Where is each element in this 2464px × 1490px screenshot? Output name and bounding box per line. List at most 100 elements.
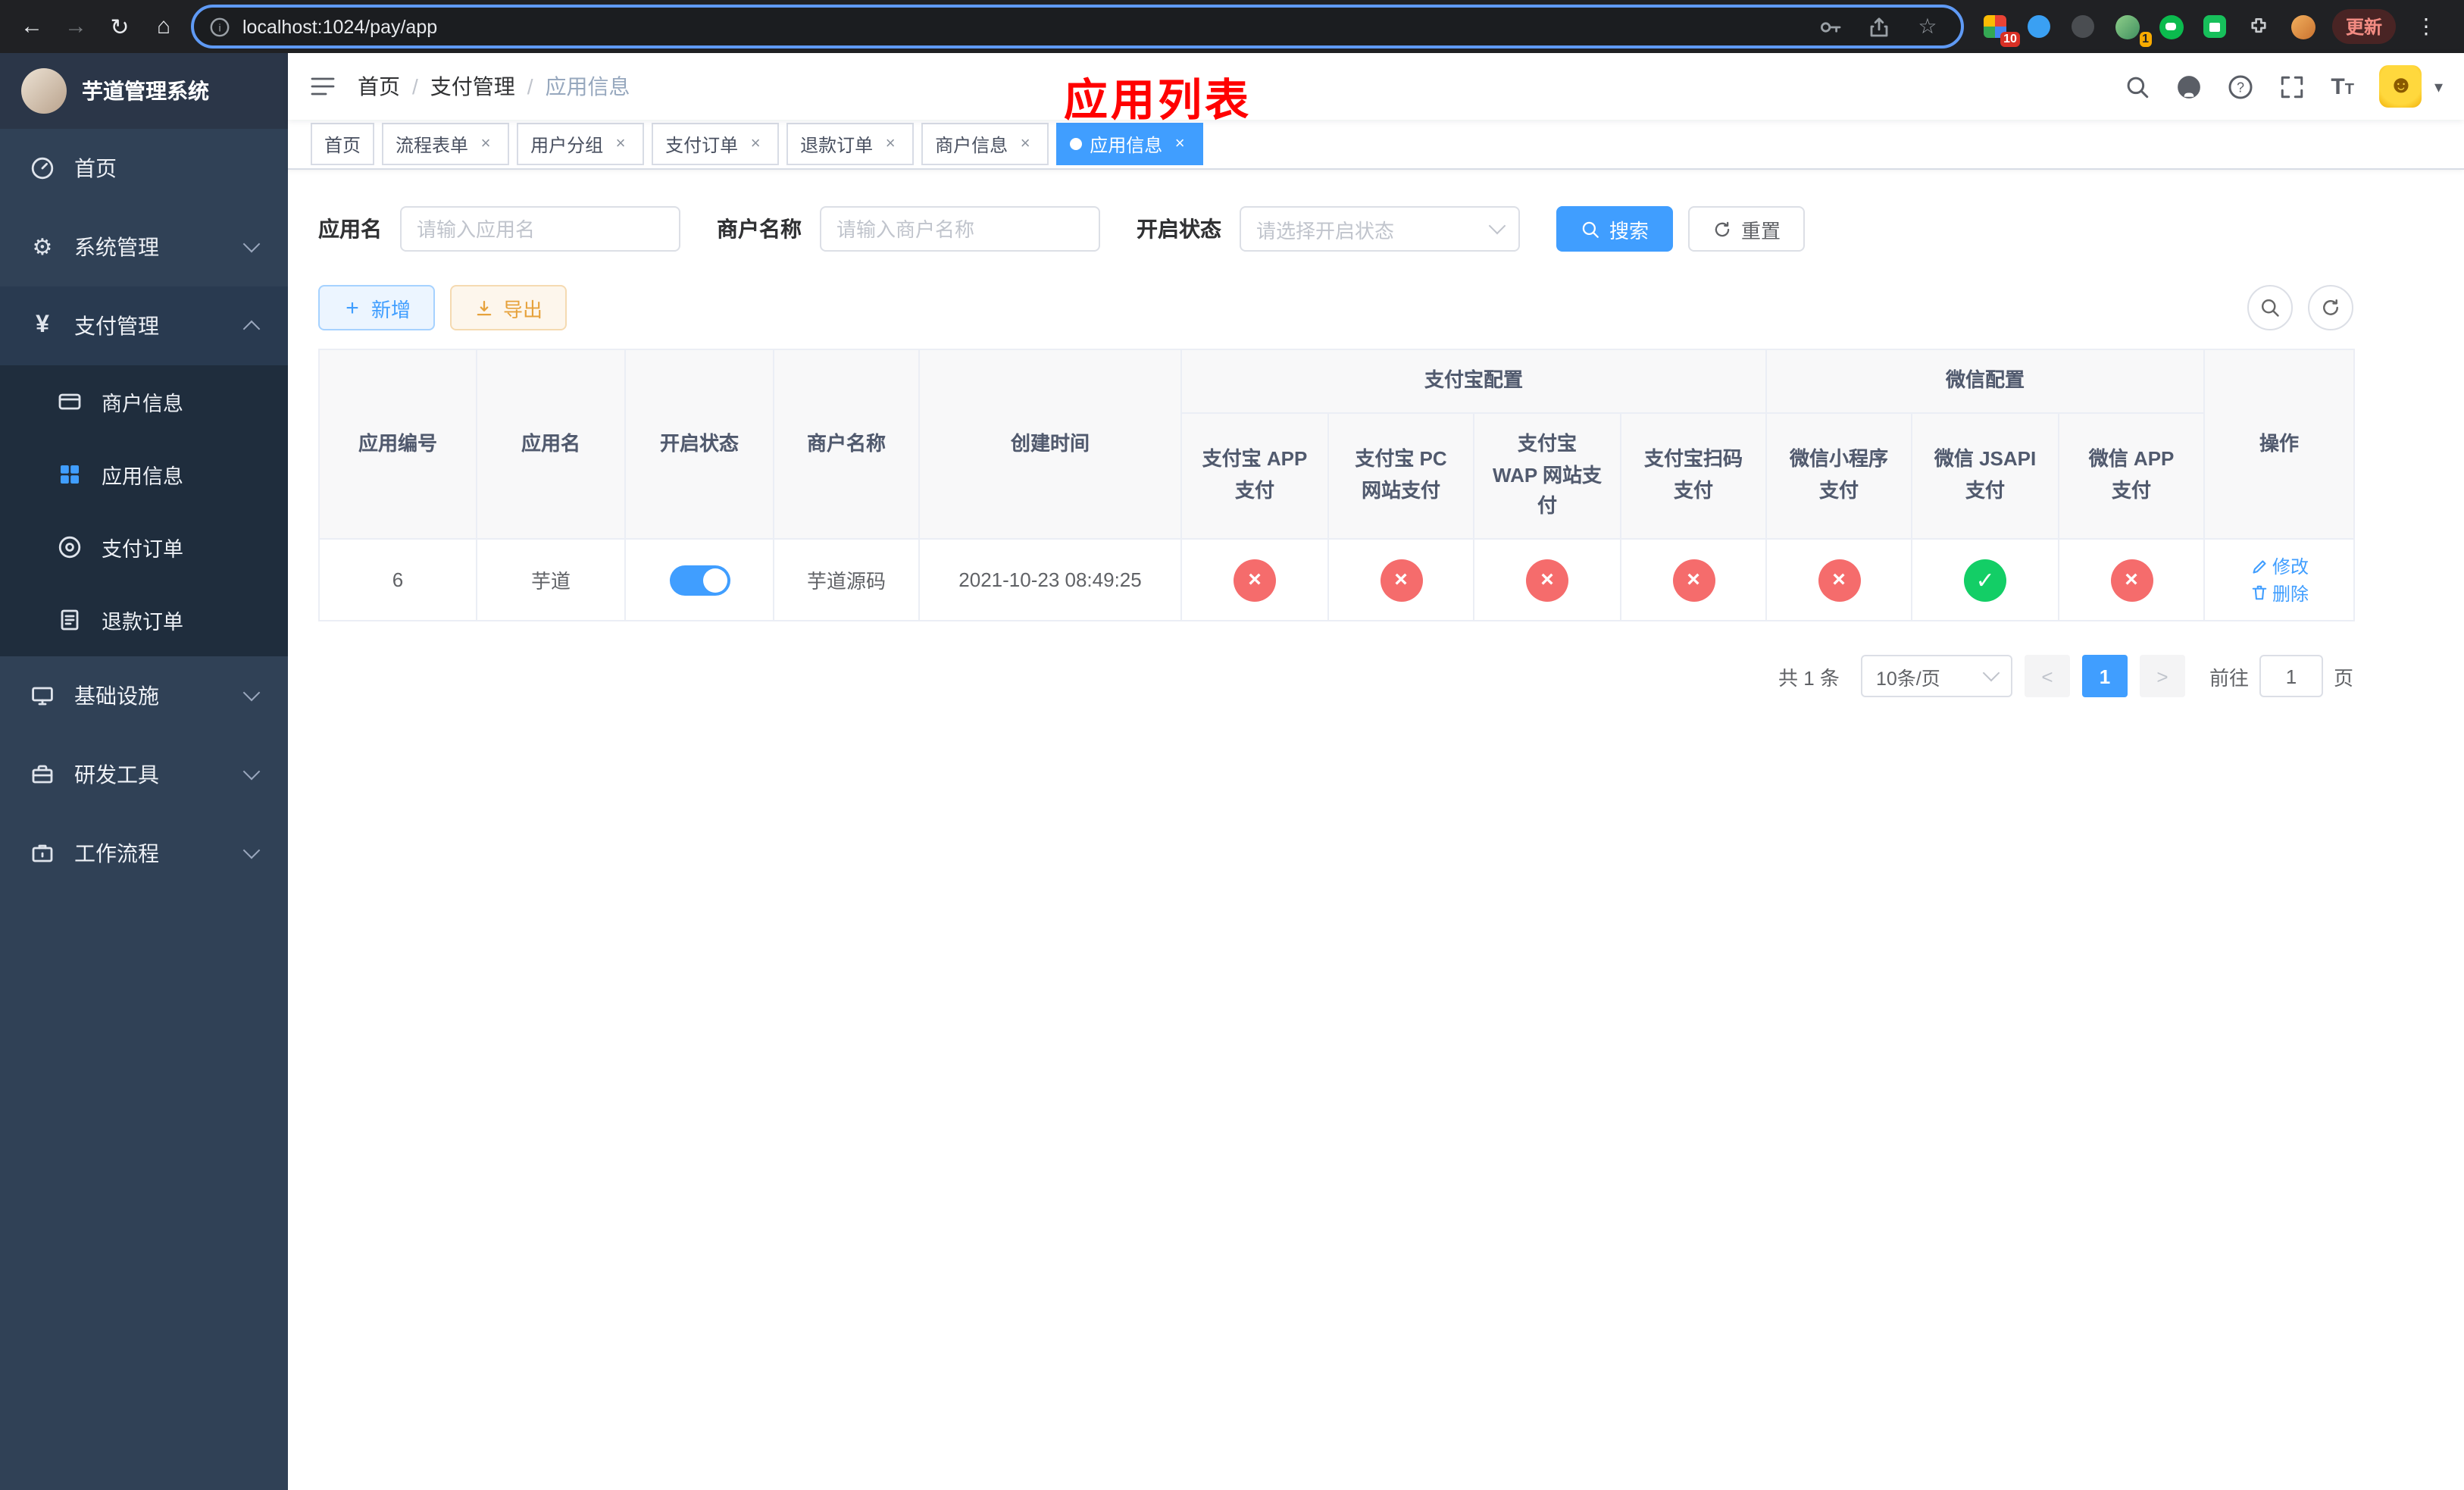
merchant-name-input[interactable]: [836, 218, 1083, 240]
hamburger-icon[interactable]: [309, 73, 336, 100]
extension-wechat-icon[interactable]: [2156, 11, 2187, 42]
tab-refund-order[interactable]: 退款订单 ×: [786, 123, 915, 165]
extension-badge: 10: [2000, 31, 2020, 46]
export-button[interactable]: 导出: [450, 285, 568, 330]
page-1-button[interactable]: 1: [2081, 655, 2128, 698]
tab-close-icon[interactable]: ×: [746, 134, 765, 154]
toggle-search-button[interactable]: [2247, 285, 2293, 330]
sidebar-item-home[interactable]: 首页: [0, 129, 288, 208]
add-button[interactable]: + 新增: [318, 285, 436, 330]
extension-dark-icon[interactable]: [2068, 11, 2099, 42]
address-bar[interactable]: i localhost:1024/pay/app ☆: [191, 5, 1964, 49]
sidebar-item-label: 基础设施: [74, 684, 159, 708]
sidebar-item-payment[interactable]: ¥ 支付管理: [0, 286, 288, 365]
sidebar-item-system[interactable]: ⚙ 系统管理: [0, 208, 288, 286]
extension-chat-icon[interactable]: [2200, 11, 2231, 42]
screen: ← → ↻ ⌂ i localhost:1024/pay/app ☆ 10 1 …: [0, 0, 2464, 1490]
status-select[interactable]: 请选择开启状态: [1240, 206, 1520, 252]
tab-close-icon[interactable]: ×: [1170, 134, 1190, 154]
tab-close-icon[interactable]: ×: [611, 134, 630, 154]
share-icon[interactable]: [1867, 14, 1891, 39]
forward-icon[interactable]: →: [59, 10, 92, 43]
extension-avatar-icon[interactable]: 1: [2112, 11, 2152, 46]
extension-grid-icon[interactable]: 10: [1981, 11, 2020, 46]
col-wechat-mini: 微信小程序支付: [1765, 412, 1913, 540]
app-name-input[interactable]: [417, 218, 664, 240]
sidebar-item-merchant-info[interactable]: 商户信息: [0, 365, 288, 438]
col-app-id: 应用编号: [318, 348, 477, 540]
fullscreen-icon[interactable]: [2279, 74, 2305, 99]
page-size-select[interactable]: 10条/页: [1860, 655, 2012, 698]
tab-home[interactable]: 首页: [311, 123, 375, 165]
chrome-menu-icon[interactable]: ⋮: [2409, 10, 2443, 43]
chevron-up-icon: [242, 320, 261, 338]
chevron-down-icon: [1982, 665, 2000, 682]
goto-page: 前往 页: [2209, 655, 2353, 698]
plus-icon: +: [346, 295, 359, 321]
font-size-icon[interactable]: TT: [2331, 74, 2354, 99]
chevron-down-icon: [242, 762, 261, 781]
sidebar-item-infrastructure[interactable]: 基础设施: [0, 656, 288, 735]
edit-button[interactable]: 修改: [2250, 553, 2309, 579]
tab-merchant-info[interactable]: 商户信息 ×: [921, 123, 1049, 165]
col-status: 开启状态: [624, 348, 774, 540]
reset-button[interactable]: 重置: [1688, 206, 1806, 252]
filter-merchant-name: 商户名称: [717, 206, 1100, 252]
search-icon[interactable]: [2125, 74, 2150, 99]
chrome-update-button[interactable]: 更新: [2331, 9, 2396, 44]
breadcrumb-payment[interactable]: 支付管理: [430, 71, 515, 102]
back-icon[interactable]: ←: [15, 10, 48, 43]
password-key-icon[interactable]: [1818, 14, 1843, 39]
sidebar-item-label: 商户信息: [102, 393, 183, 415]
url-text[interactable]: localhost:1024/pay/app: [242, 16, 437, 37]
refresh-table-button[interactable]: [2308, 285, 2353, 330]
sidebar-item-pay-order[interactable]: 支付订单: [0, 511, 288, 584]
logo-avatar: [21, 68, 67, 114]
tab-close-icon[interactable]: ×: [1015, 134, 1035, 154]
tab-process-form[interactable]: 流程表单 ×: [382, 123, 510, 165]
sidebar-item-dev-tools[interactable]: 研发工具: [0, 735, 288, 814]
tab-close-icon[interactable]: ×: [880, 134, 900, 154]
download-icon: [474, 298, 494, 318]
search-button[interactable]: 搜索: [1556, 206, 1674, 252]
cell-merchant: 芋道源码: [773, 538, 920, 622]
col-app-name: 应用名: [476, 348, 626, 540]
help-icon[interactable]: ?: [2228, 74, 2253, 99]
chevron-down-icon: [242, 684, 261, 702]
app-logo[interactable]: 芋道管理系统: [0, 53, 288, 129]
extensions-cluster: 10 1 更新 ⋮: [1975, 9, 2449, 46]
bookmark-star-icon[interactable]: ☆: [1915, 14, 1940, 39]
wechat-app-disabled-icon: ×: [2110, 559, 2153, 602]
col-created: 创建时间: [918, 348, 1182, 540]
wechat-jsapi-enabled-icon: ✓: [1964, 559, 2007, 602]
sidebar-item-label: 支付订单: [102, 538, 183, 561]
home-icon[interactable]: ⌂: [147, 10, 180, 43]
tab-app-info[interactable]: 应用信息 ×: [1056, 123, 1204, 165]
cell-created: 2021-10-23 08:49:25: [918, 538, 1182, 622]
user-avatar[interactable]: ☻: [2379, 65, 2422, 108]
tab-pay-order[interactable]: 支付订单 ×: [652, 123, 780, 165]
breadcrumb-separator: /: [412, 74, 418, 99]
prev-page-button[interactable]: <: [2024, 655, 2070, 698]
breadcrumb-home[interactable]: 首页: [358, 71, 400, 102]
browser-profile-avatar[interactable]: [2288, 11, 2319, 42]
tab-user-group[interactable]: 用户分组 ×: [517, 123, 645, 165]
avatar-caret-icon[interactable]: ▾: [2434, 77, 2443, 96]
extensions-puzzle-icon[interactable]: [2244, 11, 2275, 42]
site-info-icon[interactable]: i: [209, 16, 230, 37]
next-page-button[interactable]: >: [2139, 655, 2185, 698]
sidebar-item-refund-order[interactable]: 退款订单: [0, 584, 288, 656]
status-label: 开启状态: [1137, 217, 1221, 241]
trash-icon: [2250, 584, 2268, 602]
pencil-icon: [2250, 557, 2268, 575]
delete-button[interactable]: 删除: [2250, 580, 2309, 606]
filter-app-name: 应用名: [318, 206, 680, 252]
reload-icon[interactable]: ↻: [103, 10, 136, 43]
status-toggle[interactable]: [669, 565, 730, 596]
github-icon[interactable]: [2176, 74, 2202, 99]
tab-close-icon[interactable]: ×: [476, 134, 496, 154]
goto-page-input[interactable]: [2259, 655, 2323, 698]
sidebar-item-workflow[interactable]: 工作流程: [0, 814, 288, 893]
extension-blue-icon[interactable]: [2025, 11, 2055, 42]
sidebar-item-app-info[interactable]: 应用信息: [0, 438, 288, 511]
